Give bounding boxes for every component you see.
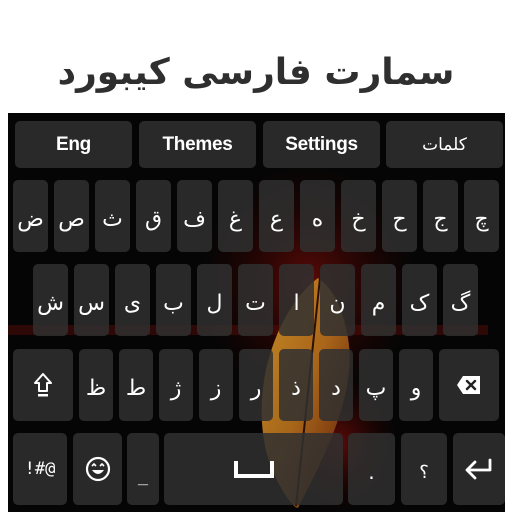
themes-button[interactable]: Themes bbox=[139, 121, 256, 168]
key-dal[interactable]: د bbox=[319, 349, 353, 421]
key-nun[interactable]: ن bbox=[320, 264, 355, 336]
key-khe[interactable]: خ bbox=[341, 180, 376, 252]
key-che[interactable]: چ bbox=[464, 180, 499, 252]
key-he[interactable]: ه bbox=[300, 180, 335, 252]
key-zhe[interactable]: ژ bbox=[159, 349, 193, 421]
key-fe[interactable]: ف bbox=[177, 180, 212, 252]
key-re[interactable]: ر bbox=[239, 349, 273, 421]
question-key[interactable]: ؟ bbox=[401, 433, 447, 505]
key-kaf[interactable]: ک bbox=[402, 264, 437, 336]
key-ze[interactable]: ز bbox=[199, 349, 233, 421]
key-qaf[interactable]: ق bbox=[136, 180, 171, 252]
key-ye[interactable]: ی bbox=[115, 264, 150, 336]
key-jim[interactable]: ج bbox=[423, 180, 458, 252]
settings-button[interactable]: Settings bbox=[263, 121, 380, 168]
backspace-key[interactable] bbox=[439, 349, 499, 421]
shift-key[interactable] bbox=[13, 349, 73, 421]
key-sad[interactable]: ص bbox=[54, 180, 89, 252]
key-mim[interactable]: م bbox=[361, 264, 396, 336]
key-vav[interactable]: و bbox=[399, 349, 433, 421]
key-alef[interactable]: ا bbox=[279, 264, 314, 336]
eng-button[interactable]: Eng bbox=[15, 121, 132, 168]
key-he-jimi[interactable]: ح bbox=[382, 180, 417, 252]
enter-icon bbox=[465, 458, 492, 480]
symbols-key[interactable]: !#@ bbox=[13, 433, 67, 505]
enter-key[interactable] bbox=[453, 433, 505, 505]
backspace-icon bbox=[457, 376, 480, 394]
key-dad[interactable]: ض bbox=[13, 180, 48, 252]
emoji-key[interactable] bbox=[73, 433, 122, 505]
space-icon bbox=[233, 461, 274, 478]
key-se[interactable]: ث bbox=[95, 180, 130, 252]
key-lam[interactable]: ل bbox=[197, 264, 232, 336]
key-ghein[interactable]: غ bbox=[218, 180, 253, 252]
key-te[interactable]: ت bbox=[238, 264, 273, 336]
underscore-key[interactable]: _ bbox=[127, 433, 159, 505]
key-gaf[interactable]: گ bbox=[443, 264, 478, 336]
key-ta[interactable]: ط bbox=[119, 349, 153, 421]
emoji-icon bbox=[85, 456, 110, 482]
space-key[interactable] bbox=[164, 433, 343, 505]
key-za[interactable]: ظ bbox=[79, 349, 113, 421]
app-title: سمارت فارسی کیبورد bbox=[57, 52, 455, 93]
period-key[interactable]: . bbox=[348, 433, 395, 505]
key-zal[interactable]: ذ bbox=[279, 349, 313, 421]
words-button[interactable]: کلمات bbox=[386, 121, 503, 168]
key-ein[interactable]: ع bbox=[259, 180, 294, 252]
keyboard: Eng Themes Settings کلمات ض ص ث ق ف غ ع … bbox=[8, 113, 505, 512]
key-pe[interactable]: پ bbox=[359, 349, 393, 421]
shift-icon bbox=[34, 373, 52, 397]
key-shin[interactable]: ش bbox=[33, 264, 68, 336]
key-sin[interactable]: س bbox=[74, 264, 109, 336]
key-be[interactable]: ب bbox=[156, 264, 191, 336]
